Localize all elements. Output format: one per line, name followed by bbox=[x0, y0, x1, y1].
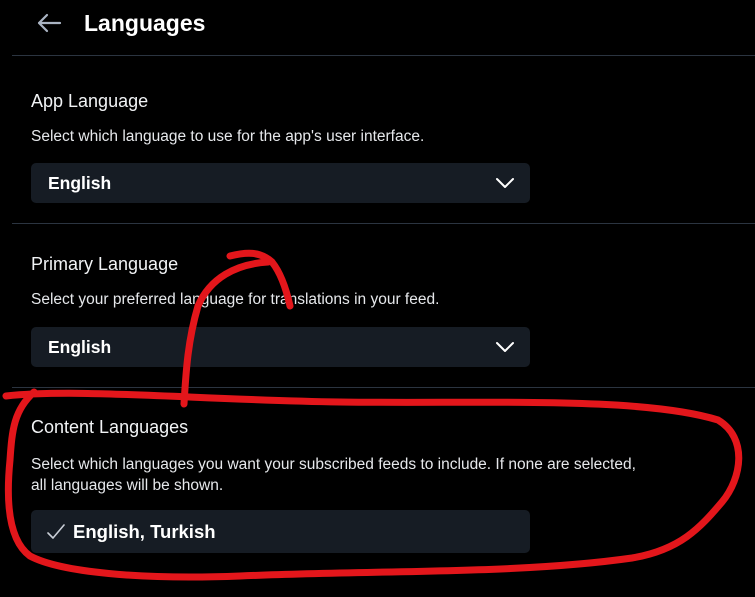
primary-language-value: English bbox=[48, 337, 112, 357]
app-language-title: App Language bbox=[31, 91, 149, 111]
app-language-select[interactable]: English bbox=[31, 163, 530, 203]
arrow-left-icon bbox=[37, 13, 62, 33]
content-languages-description-line2: all languages will be shown. bbox=[31, 477, 224, 494]
app-language-description: Select which language to use for the app… bbox=[31, 128, 425, 145]
content-languages-select[interactable]: English, Turkish bbox=[31, 510, 530, 553]
check-icon bbox=[47, 524, 65, 539]
primary-language-description: Select your preferred language for trans… bbox=[31, 291, 440, 308]
chevron-down-icon bbox=[496, 178, 514, 188]
divider bbox=[12, 387, 755, 388]
content-languages-value: English, Turkish bbox=[73, 521, 216, 542]
header: Languages bbox=[0, 0, 755, 46]
content-languages-description-line1: Select which languages you want your sub… bbox=[31, 456, 636, 473]
content-languages-title: Content Languages bbox=[31, 417, 189, 437]
primary-language-title: Primary Language bbox=[31, 254, 179, 274]
divider bbox=[12, 223, 755, 224]
divider bbox=[12, 55, 755, 56]
app-language-value: English bbox=[48, 173, 112, 193]
chevron-down-icon bbox=[496, 342, 514, 352]
page-title: Languages bbox=[84, 10, 206, 36]
primary-language-select[interactable]: English bbox=[31, 327, 530, 367]
back-button[interactable] bbox=[36, 11, 62, 35]
